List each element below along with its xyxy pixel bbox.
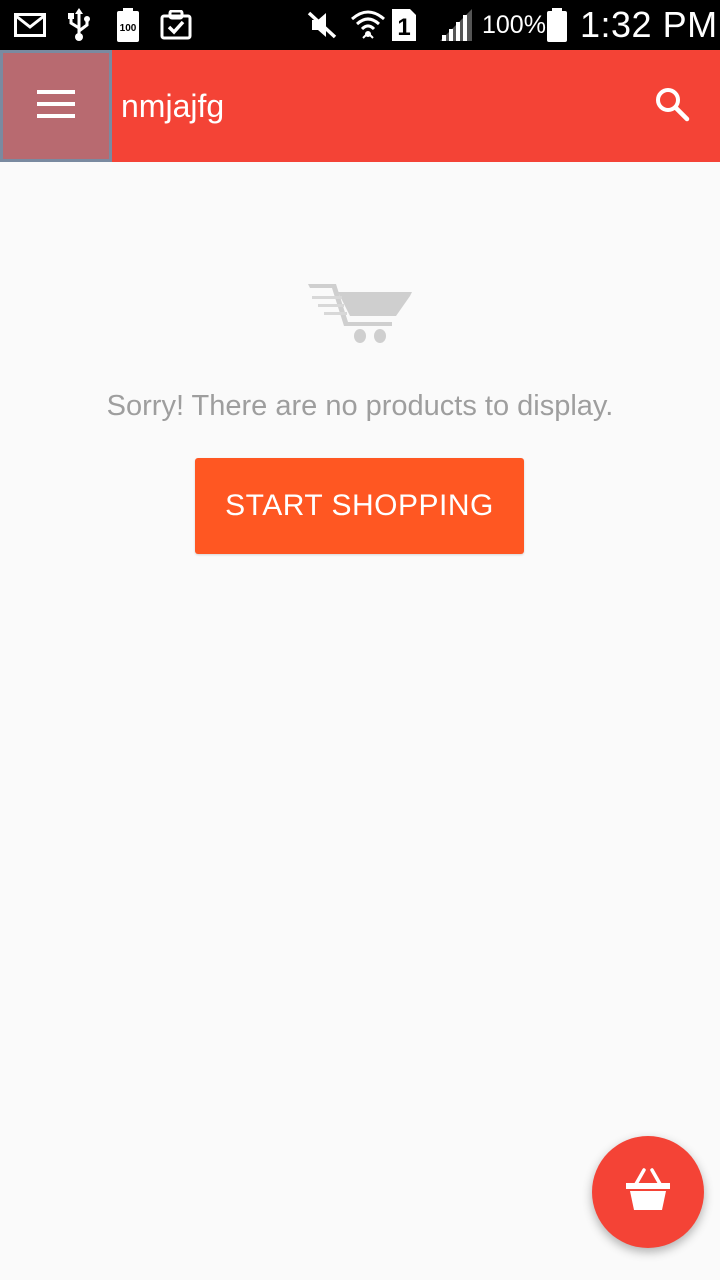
signal-icon bbox=[438, 7, 474, 43]
svg-text:1: 1 bbox=[397, 14, 410, 41]
search-icon bbox=[654, 86, 690, 127]
menu-button[interactable] bbox=[0, 50, 112, 162]
start-shopping-button[interactable]: START SHOPPING bbox=[195, 458, 524, 554]
clock: 1:32 PM bbox=[580, 4, 718, 45]
status-bar: 100 1 100% 1:32 PM bbox=[0, 0, 720, 50]
mail-icon bbox=[14, 7, 46, 43]
mute-icon bbox=[306, 7, 338, 43]
battery-icon bbox=[546, 7, 568, 43]
sim-1-icon: 1 bbox=[390, 7, 418, 43]
clipboard-check-icon bbox=[160, 7, 192, 43]
empty-state-message: Sorry! There are no products to display. bbox=[106, 390, 614, 422]
shopping-basket-icon bbox=[624, 1166, 672, 1219]
svg-text:100: 100 bbox=[120, 23, 137, 34]
hamburger-menu-icon bbox=[37, 89, 75, 123]
search-button[interactable] bbox=[636, 70, 708, 142]
wifi-icon bbox=[350, 7, 386, 43]
basket-fab-button[interactable] bbox=[592, 1136, 704, 1248]
usb-icon bbox=[66, 7, 92, 43]
battery-percent: 100% bbox=[482, 11, 546, 39]
shopping-cart-icon bbox=[304, 280, 416, 346]
app-bar: nmjajfg bbox=[0, 50, 720, 162]
battery-100-icon: 100 bbox=[116, 7, 140, 43]
screen: 100 1 100% 1:32 PM nmjajfg Sorry! There … bbox=[0, 0, 720, 1280]
app-title: nmjajfg bbox=[121, 88, 225, 124]
